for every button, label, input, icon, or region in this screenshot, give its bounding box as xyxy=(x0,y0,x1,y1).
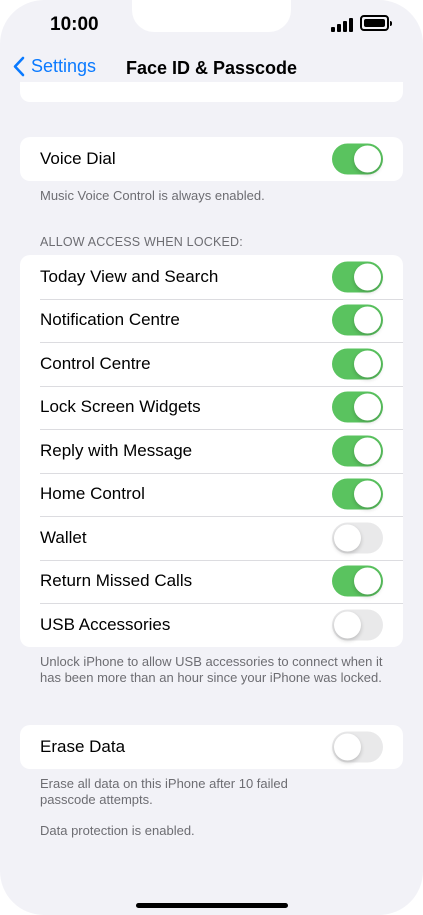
setting-row-lock-screen-widgets: Lock Screen Widgets xyxy=(20,385,403,430)
previous-settings-group xyxy=(20,82,403,102)
status-bar: 10:00 xyxy=(0,0,423,48)
setting-row-notification-centre: Notification Centre xyxy=(20,298,403,343)
status-time: 10:00 xyxy=(50,14,99,35)
reply-with-message-toggle[interactable] xyxy=(332,435,383,467)
setting-row-wallet: Wallet xyxy=(20,516,403,560)
back-button-label: Settings xyxy=(31,56,97,76)
chevron-left-icon xyxy=(13,56,25,77)
wallet-toggle[interactable] xyxy=(332,522,383,554)
lock-screen-widgets-toggle[interactable] xyxy=(332,391,383,423)
home-indicator xyxy=(136,903,288,908)
wallet-label: Wallet xyxy=(40,527,87,547)
voice-dial-label: Voice Dial xyxy=(40,148,116,168)
erase-data-group: Erase Data xyxy=(20,725,403,769)
today-view-toggle[interactable] xyxy=(332,261,383,293)
usb-accessories-toggle[interactable] xyxy=(332,609,383,641)
allow-access-group: Today View and Search Notification Centr… xyxy=(20,255,403,647)
setting-row-usb-accessories: USB Accessories xyxy=(20,603,403,647)
setting-row-reply-with-message: Reply with Message xyxy=(20,429,403,473)
return-missed-calls-label: Return Missed Calls xyxy=(40,571,193,591)
setting-row-return-missed-calls: Return Missed Calls xyxy=(20,559,403,604)
erase-data-label: Erase Data xyxy=(40,736,126,756)
home-control-toggle[interactable] xyxy=(332,478,383,510)
lock-screen-widgets-label: Lock Screen Widgets xyxy=(40,397,201,417)
erase-data-row: Erase Data xyxy=(20,725,403,769)
notification-centre-label: Notification Centre xyxy=(40,310,180,330)
voice-dial-toggle[interactable] xyxy=(332,143,383,175)
setting-row-today-view: Today View and Search xyxy=(20,255,403,299)
usb-accessories-footer: Unlock iPhone to allow USB accessories t… xyxy=(40,654,383,685)
home-control-label: Home Control xyxy=(40,484,145,504)
battery-icon xyxy=(360,15,392,31)
data-protection-note: Data protection is enabled. xyxy=(40,823,195,838)
erase-data-footer: Erase all data on this iPhone after 10 f… xyxy=(40,776,288,807)
voice-dial-row: Voice Dial xyxy=(20,137,403,181)
control-centre-label: Control Centre xyxy=(40,353,151,373)
voice-dial-footer: Music Voice Control is always enabled. xyxy=(40,188,265,203)
voice-dial-group: Voice Dial xyxy=(20,137,403,181)
cellular-signal-icon xyxy=(331,16,355,32)
control-centre-toggle[interactable] xyxy=(332,348,383,380)
setting-row-control-centre: Control Centre xyxy=(20,342,403,386)
setting-row-home-control: Home Control xyxy=(20,472,403,517)
allow-access-header: ALLOW ACCESS WHEN LOCKED: xyxy=(40,235,243,249)
erase-data-toggle[interactable] xyxy=(332,731,383,763)
usb-accessories-label: USB Accessories xyxy=(40,614,171,634)
reply-with-message-label: Reply with Message xyxy=(40,440,193,460)
today-view-label: Today View and Search xyxy=(40,266,219,286)
back-button[interactable]: Settings xyxy=(12,56,96,77)
phone-screen: 10:00 Settings Face ID & Passcode Voice … xyxy=(0,0,423,915)
return-missed-calls-toggle[interactable] xyxy=(332,565,383,597)
notch xyxy=(132,0,291,32)
notification-centre-toggle[interactable] xyxy=(332,304,383,336)
